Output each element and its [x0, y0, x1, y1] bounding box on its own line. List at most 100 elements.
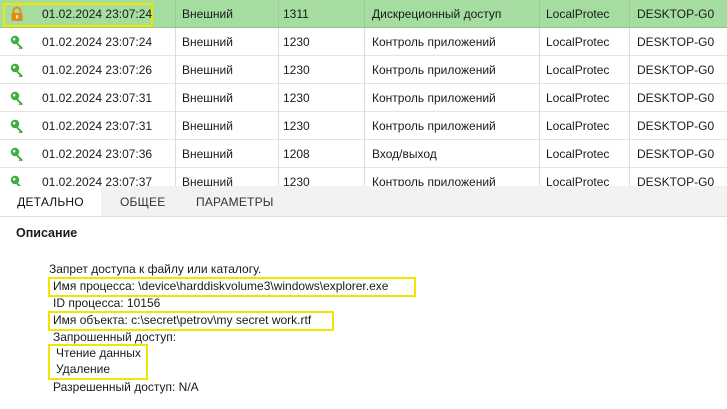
column-divider — [175, 168, 176, 186]
object-name: Имя объекта: c:\secret\petrov\my secret … — [53, 313, 312, 327]
event-category: Вход/выход — [372, 147, 437, 161]
column-divider — [629, 112, 630, 140]
column-divider — [364, 56, 365, 84]
event-source: LocalProtec — [546, 147, 610, 161]
key-icon — [9, 174, 25, 186]
event-category: Дискреционный доступ — [372, 7, 502, 21]
event-code: 1230 — [283, 175, 310, 186]
event-computer: DESKTOP-G0 — [637, 35, 715, 49]
event-source: LocalProtec — [546, 175, 610, 186]
column-divider — [278, 28, 279, 56]
event-computer: DESKTOP-G0 — [637, 91, 715, 105]
column-divider — [629, 56, 630, 84]
column-divider — [364, 0, 365, 28]
event-type: Внешний — [182, 91, 233, 105]
key-icon — [9, 118, 25, 134]
event-type: Внешний — [182, 147, 233, 161]
column-divider — [278, 0, 279, 28]
requested-access-label: Запрошенный доступ: — [53, 330, 177, 344]
column-divider — [629, 168, 630, 186]
column-divider — [364, 84, 365, 112]
tab-general[interactable]: ОБЩЕЕ — [120, 186, 165, 216]
event-summary: Запрет доступа к файлу или каталогу. — [49, 262, 262, 276]
event-time: 01.02.2024 23:07:24 — [42, 35, 153, 49]
event-category: Контроль приложений — [372, 175, 496, 186]
event-category: Контроль приложений — [372, 91, 496, 105]
column-divider — [539, 168, 540, 186]
event-code: 1311 — [283, 7, 309, 21]
process-name: Имя процесса: \device\harddiskvolume3\wi… — [53, 279, 389, 293]
column-divider — [175, 0, 176, 28]
event-category: Контроль приложений — [372, 35, 496, 49]
column-divider — [629, 84, 630, 112]
column-divider — [175, 112, 176, 140]
event-code: 1208 — [283, 147, 310, 161]
event-computer: DESKTOP-G0 — [637, 175, 715, 186]
event-category: Контроль приложений — [372, 119, 496, 133]
column-divider — [629, 28, 630, 56]
column-divider — [278, 56, 279, 84]
event-time: 01.02.2024 23:07:24 — [42, 7, 153, 21]
event-time: 01.02.2024 23:07:36 — [42, 147, 153, 161]
column-divider — [364, 140, 365, 168]
detail-tabs: ДЕТАЛЬНО ОБЩЕЕ ПАРАМЕТРЫ — [0, 186, 727, 217]
column-divider — [175, 56, 176, 84]
event-time: 01.02.2024 23:07:31 — [42, 91, 153, 105]
key-icon — [9, 62, 25, 78]
table-row[interactable]: 01.02.2024 23:07:36 Внешний 1208 Вход/выход… — [0, 140, 727, 168]
key-icon — [9, 34, 25, 50]
event-type: Внешний — [182, 63, 233, 77]
description-heading: Описание — [16, 226, 78, 240]
event-computer: DESKTOP-G0 — [637, 119, 715, 133]
event-computer: DESKTOP-G0 — [637, 147, 715, 161]
column-divider — [364, 112, 365, 140]
column-divider — [539, 28, 540, 56]
event-code: 1230 — [283, 35, 310, 49]
tab-details[interactable]: ДЕТАЛЬНО — [0, 186, 101, 216]
column-divider — [175, 84, 176, 112]
event-code: 1230 — [283, 119, 310, 133]
event-source: LocalProtec — [546, 91, 610, 105]
event-time: 01.02.2024 23:07:31 — [42, 119, 153, 133]
column-divider — [278, 84, 279, 112]
event-source: LocalProtec — [546, 63, 610, 77]
column-divider — [629, 140, 630, 168]
column-divider — [539, 84, 540, 112]
tab-parameters[interactable]: ПАРАМЕТРЫ — [196, 186, 274, 216]
event-time: 01.02.2024 23:07:26 — [42, 63, 153, 77]
event-type: Внешний — [182, 7, 233, 21]
column-divider — [278, 140, 279, 168]
event-source: LocalProtec — [546, 35, 610, 49]
table-row[interactable]: 01.02.2024 23:07:31 Внешний 1230 Контроль п… — [0, 112, 727, 140]
event-source: LocalProtec — [546, 119, 610, 133]
column-divider — [364, 168, 365, 186]
table-row[interactable]: 01.02.2024 23:07:31 Внешний 1230 Контроль п… — [0, 84, 727, 112]
allowed-access: Разрешенный доступ: N/A — [53, 380, 199, 394]
event-source: LocalProtec — [546, 7, 610, 21]
key-icon — [9, 90, 25, 106]
event-type: Внешний — [182, 119, 233, 133]
event-code: 1230 — [283, 91, 310, 105]
event-code: 1230 — [283, 63, 310, 77]
key-icon — [9, 146, 25, 162]
column-divider — [278, 112, 279, 140]
table-row[interactable]: 01.02.2024 23:07:26 Внешний 1230 Контроль п… — [0, 56, 727, 84]
event-time: 01.02.2024 23:07:37 — [42, 175, 153, 186]
column-divider — [539, 112, 540, 140]
access-delete: Удаление — [56, 362, 111, 376]
column-divider — [364, 28, 365, 56]
column-divider — [539, 140, 540, 168]
column-divider — [539, 56, 540, 84]
event-category: Контроль приложений — [372, 63, 496, 77]
process-id: ID процесса: 10156 — [53, 296, 161, 310]
event-table: 01.02.2024 23:07:24 Внешний 1311 Дискрецион… — [0, 0, 727, 186]
column-divider — [175, 28, 176, 56]
column-divider — [278, 168, 279, 186]
table-row[interactable]: 01.02.2024 23:07:24 Внешний 1230 Контроль п… — [0, 28, 727, 56]
table-row[interactable]: 01.02.2024 23:07:24 Внешний 1311 Дискрецион… — [0, 0, 727, 28]
column-divider — [539, 0, 540, 28]
event-type: Внешний — [182, 35, 233, 49]
table-row[interactable]: 01.02.2024 23:07:37 Внешний 1230 Контроль п… — [0, 168, 727, 186]
access-read-data: Чтение данных — [56, 346, 141, 360]
column-divider — [629, 0, 630, 28]
